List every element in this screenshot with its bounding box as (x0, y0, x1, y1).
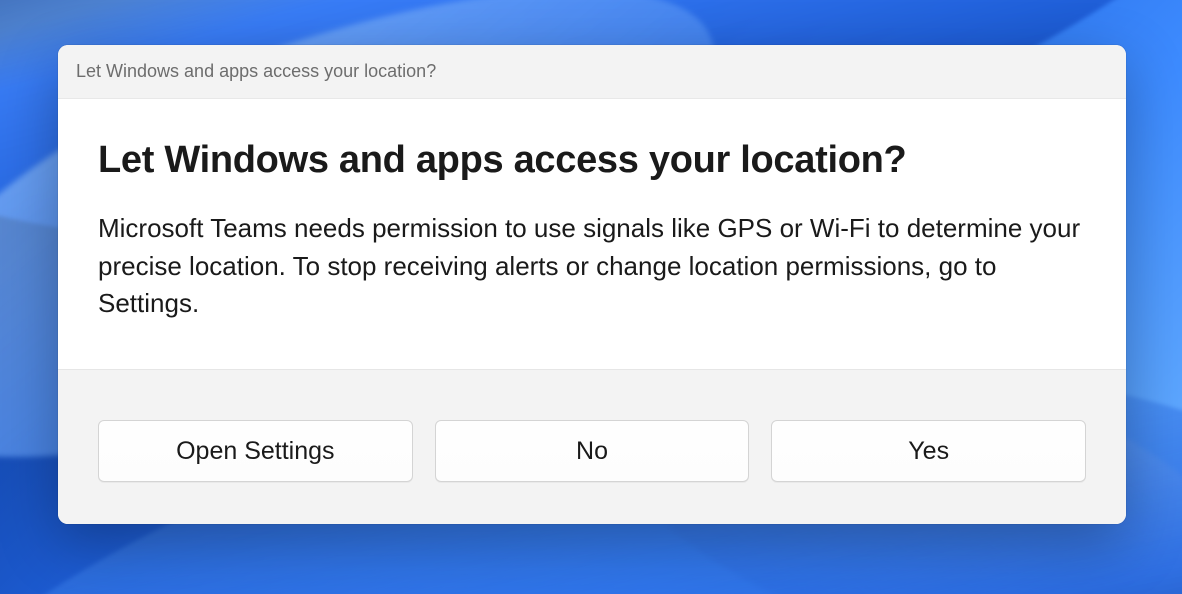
titlebar-text: Let Windows and apps access your locatio… (76, 61, 436, 82)
dialog-titlebar: Let Windows and apps access your locatio… (58, 45, 1126, 99)
dialog-body-text: Microsoft Teams needs permission to use … (98, 210, 1086, 323)
dialog-content: Let Windows and apps access your locatio… (58, 99, 1126, 369)
yes-button[interactable]: Yes (771, 420, 1086, 482)
open-settings-button[interactable]: Open Settings (98, 420, 413, 482)
no-button[interactable]: No (435, 420, 750, 482)
location-permission-dialog: Let Windows and apps access your locatio… (58, 45, 1126, 524)
dialog-footer: Open Settings No Yes (58, 369, 1126, 524)
dialog-heading: Let Windows and apps access your locatio… (98, 139, 1086, 182)
